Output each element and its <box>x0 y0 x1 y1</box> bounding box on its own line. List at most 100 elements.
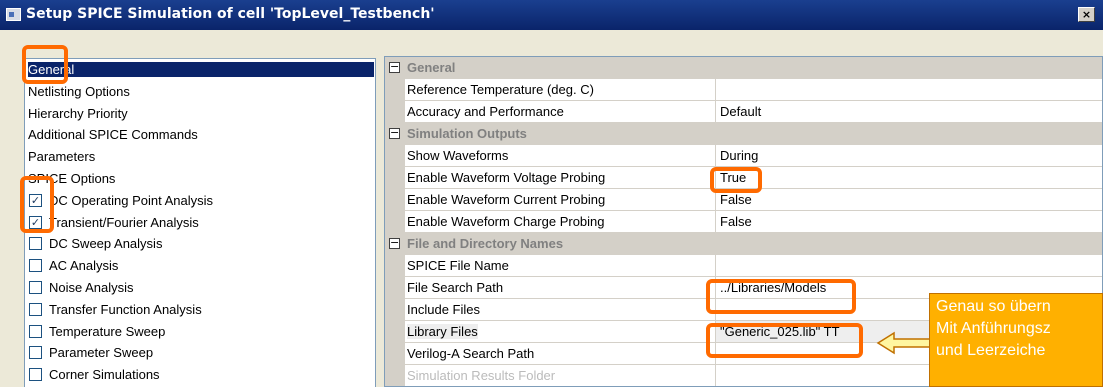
property-row[interactable]: Accuracy and Performance Default <box>385 101 1102 123</box>
nav-item-label: Parameters <box>28 149 96 165</box>
property-value-cell[interactable]: During <box>715 145 1102 166</box>
property-name: Verilog-A Search Path <box>407 346 535 361</box>
nav-item-0[interactable]: General <box>25 59 375 81</box>
row-gutter <box>385 321 405 343</box>
row-gutter <box>385 299 405 321</box>
category-row[interactable]: − General <box>385 57 1102 79</box>
row-gutter <box>385 211 405 233</box>
title-bar: Setup SPICE Simulation of cell 'TopLevel… <box>0 0 1103 30</box>
row-gutter <box>385 343 405 365</box>
row-gutter: − <box>385 57 405 79</box>
property-name: Enable Waveform Voltage Probing <box>407 170 606 185</box>
callout-line-3: und Leerzeiche <box>936 342 1046 359</box>
property-name: SPICE File Name <box>407 258 509 273</box>
category-row[interactable]: − Simulation Outputs <box>385 123 1102 145</box>
nav-item-label: Netlisting Options <box>28 83 130 99</box>
checkbox-unchecked[interactable] <box>29 259 42 273</box>
row-gutter <box>385 255 405 277</box>
nav-item-12[interactable]: Temperature Sweep <box>25 321 375 343</box>
checkbox-unchecked[interactable] <box>29 237 42 251</box>
callout-note: Genau so übern Mit Anführungsz und Leerz… <box>929 293 1103 387</box>
category-row[interactable]: − File and Directory Names <box>385 233 1102 255</box>
nav-item-6[interactable]: ✓ DC Operating Point Analysis <box>25 190 375 212</box>
nav-item-label: Noise Analysis <box>49 280 134 295</box>
nav-item-11[interactable]: Transfer Function Analysis <box>25 299 375 321</box>
nav-item-9[interactable]: AC Analysis <box>25 255 375 277</box>
property-value-cell[interactable]: False <box>715 211 1102 232</box>
nav-item-label: DC Sweep Analysis <box>49 236 163 252</box>
property-name: Include Files <box>407 302 480 317</box>
property-name: Simulation Results Folder <box>407 368 556 383</box>
highlight-library-files <box>706 323 863 358</box>
property-name: General <box>407 60 456 75</box>
close-button[interactable]: × <box>1078 7 1095 22</box>
row-gutter <box>385 145 405 167</box>
property-value: During <box>720 148 759 163</box>
property-value-cell[interactable]: Default <box>715 101 1102 122</box>
property-value-cell[interactable]: False <box>715 189 1102 210</box>
window-icon <box>6 8 21 21</box>
property-value: False <box>720 192 752 207</box>
nav-item-13[interactable]: Parameter Sweep <box>25 342 375 364</box>
nav-item-4[interactable]: Parameters <box>25 146 375 168</box>
nav-item-label: Transient/Fourier Analysis <box>49 214 199 230</box>
row-gutter: − <box>385 233 405 255</box>
highlight-true-value <box>710 167 762 193</box>
checkbox-unchecked[interactable] <box>29 368 42 382</box>
property-name: Enable Waveform Current Probing <box>407 192 606 207</box>
collapse-icon[interactable]: − <box>389 127 400 139</box>
property-name: File and Directory Names <box>407 236 564 251</box>
property-value: Default <box>720 104 762 119</box>
property-name: Reference Temperature (deg. C) <box>407 82 594 97</box>
nav-item-label: Parameter Sweep <box>49 345 154 361</box>
property-value-cell[interactable] <box>715 255 1102 276</box>
nav-item-label: DC Operating Point Analysis <box>49 192 214 208</box>
highlight-file-search-path <box>706 279 856 314</box>
nav-item-2[interactable]: Hierarchy Priority <box>25 103 375 125</box>
checkbox-unchecked[interactable] <box>29 302 42 316</box>
property-value: False <box>720 214 752 229</box>
category-list: General Netlisting Options Hierarchy Prior… <box>24 58 376 387</box>
row-gutter <box>385 101 405 123</box>
property-name: Accuracy and Performance <box>407 104 564 119</box>
nav-item-label: Transfer Function Analysis <box>49 301 202 317</box>
property-name: Show Waveforms <box>407 148 509 163</box>
row-gutter <box>385 79 405 101</box>
property-name: Simulation Outputs <box>407 126 527 141</box>
nav-item-label: Hierarchy Priority <box>28 105 128 121</box>
collapse-icon[interactable]: − <box>389 61 400 73</box>
property-value-cell[interactable] <box>715 79 1102 100</box>
nav-item-1[interactable]: Netlisting Options <box>25 81 375 103</box>
nav-item-label: Additional SPICE Commands <box>28 127 198 143</box>
property-name: Library Files <box>407 324 478 339</box>
nav-item-label: General <box>28 62 375 77</box>
nav-item-14[interactable]: Corner Simulations <box>25 364 375 386</box>
collapse-icon[interactable]: − <box>389 237 400 249</box>
callout-line-2: Mit Anführungsz <box>936 320 1051 337</box>
property-row[interactable]: Show Waveforms During <box>385 145 1102 167</box>
row-gutter <box>385 277 405 299</box>
checkbox-unchecked[interactable] <box>29 346 42 360</box>
checkbox-unchecked[interactable] <box>29 324 42 338</box>
row-gutter <box>385 189 405 211</box>
nav-item-10[interactable]: Noise Analysis <box>25 277 375 299</box>
property-name: Enable Waveform Charge Probing <box>407 214 605 229</box>
property-value-cell[interactable]: True <box>715 167 1102 188</box>
property-row[interactable]: Reference Temperature (deg. C) <box>385 79 1102 101</box>
property-name: File Search Path <box>407 280 504 295</box>
nav-item-label: Corner Simulations <box>49 367 160 383</box>
highlight-analysis-checkboxes <box>20 176 54 233</box>
nav-item-label: Temperature Sweep <box>49 323 166 339</box>
window-title: Setup SPICE Simulation of cell 'TopLevel… <box>26 6 435 22</box>
row-gutter <box>385 167 405 189</box>
callout-arrow-icon <box>876 331 931 355</box>
nav-item-8[interactable]: DC Sweep Analysis <box>25 233 375 255</box>
callout-line-1: Genau so übern <box>936 298 1051 315</box>
nav-item-7[interactable]: ✓ Transient/Fourier Analysis <box>25 212 375 234</box>
property-row[interactable]: Enable Waveform Charge Probing False <box>385 211 1102 233</box>
row-gutter <box>385 365 405 386</box>
property-row[interactable]: SPICE File Name <box>385 255 1102 277</box>
nav-item-3[interactable]: Additional SPICE Commands <box>25 124 375 146</box>
checkbox-unchecked[interactable] <box>29 281 42 294</box>
nav-item-5[interactable]: SPICE Options <box>25 168 375 190</box>
